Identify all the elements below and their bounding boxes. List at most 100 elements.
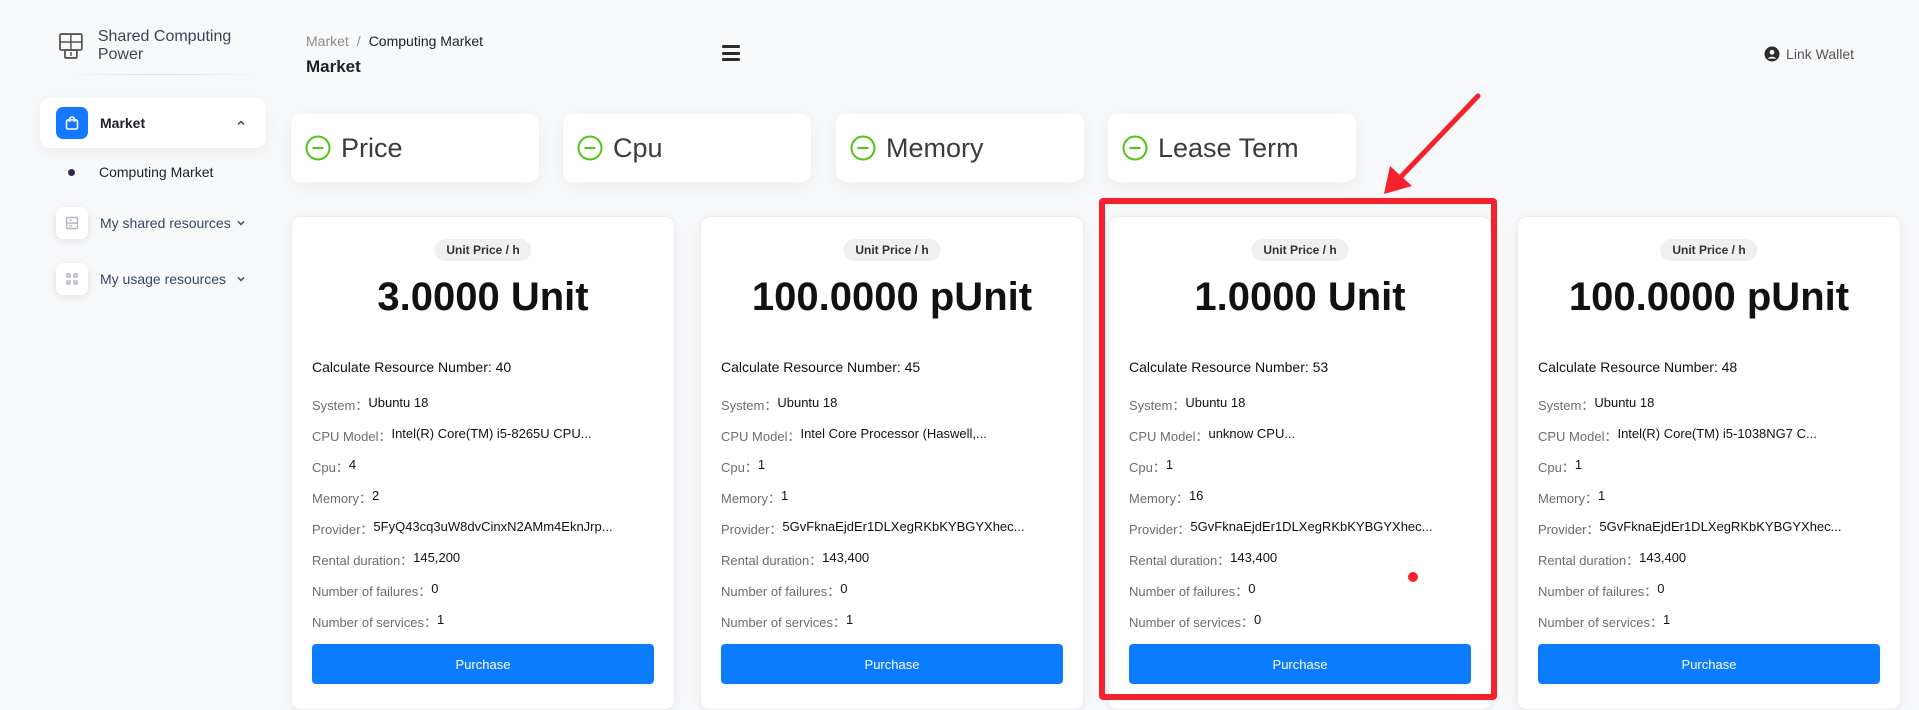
spec-label: System： — [1538, 398, 1595, 413]
spec-memory: Memory： 1 — [721, 488, 1061, 519]
spec-cpu-model: CPU Model： Intel(R) Core(TM) i5-8265U CPU… — [312, 426, 652, 457]
price-value: 100.0000 pUnit — [751, 275, 1033, 319]
calculate-resource-number: Calculate Resource Number: 48 — [1538, 359, 1738, 375]
spec-system: System： Ubuntu 18 — [721, 395, 1061, 426]
minus-circle-icon — [305, 135, 331, 161]
minus-circle-icon — [1122, 135, 1148, 161]
unit-price-badge: Unit Price / h — [843, 239, 941, 261]
spec-label: Provider： — [312, 522, 374, 537]
calculate-resource-number: Calculate Resource Number: 45 — [721, 359, 921, 375]
spec-label: Cpu： — [721, 460, 758, 475]
spec-cpu: Cpu： 1 — [721, 457, 1061, 488]
spec-label: Rental duration： — [1129, 553, 1231, 568]
spec-system: System： Ubuntu 18 — [312, 395, 652, 426]
spec-value: 143,400 — [1230, 550, 1278, 565]
spec-failures: Number of failures： 0 — [1538, 581, 1878, 612]
filter-label: Price — [341, 132, 403, 163]
minus-circle-icon — [850, 135, 876, 161]
spec-label: Number of services： — [1538, 615, 1663, 630]
menu-toggle-icon[interactable] — [722, 45, 740, 61]
spec-list: System： Ubuntu 18 CPU Model： Intel(R) Core… — [1538, 395, 1878, 643]
spec-label: Memory： — [721, 491, 781, 506]
spec-list: System： Ubuntu 18 CPU Model： Intel Core Pr… — [721, 395, 1061, 643]
sidebar-item-my-shared-resources[interactable]: My shared resources — [40, 198, 266, 248]
filter-cpu[interactable]: Cpu — [563, 114, 811, 182]
spec-label: System： — [1129, 398, 1186, 413]
spec-label: CPU Model： — [312, 429, 392, 444]
spec-value: 1 — [845, 612, 854, 627]
filter-lease-term[interactable]: Lease Term — [1108, 114, 1356, 182]
user-circle-icon — [1764, 46, 1780, 62]
grid-icon — [56, 263, 88, 295]
spec-rental-duration: Rental duration： 143,400 — [1129, 550, 1469, 581]
purchase-button[interactable]: Purchase — [1129, 644, 1471, 684]
brand[interactable]: Shared Computing Power — [58, 28, 280, 64]
spec-value: Ubuntu 18 — [1594, 395, 1655, 410]
unit-price-badge: Unit Price / h — [1251, 239, 1349, 261]
resource-card-highlighted: Unit Price / h 1.0000 Unit Calculate Res… — [1108, 216, 1492, 710]
spec-value: 0 — [431, 581, 439, 596]
sidebar: Shared Computing Power Market Computing … — [0, 0, 280, 710]
spec-label: Cpu： — [1538, 460, 1575, 475]
calculate-resource-number: Calculate Resource Number: 53 — [1129, 359, 1329, 375]
spec-label: Provider： — [1129, 522, 1191, 537]
spec-value: 1 — [1662, 612, 1671, 627]
spec-cpu-model: CPU Model： unknow CPU... — [1129, 426, 1469, 457]
spec-list: System： Ubuntu 18 CPU Model： Intel(R) Core… — [312, 395, 652, 643]
link-wallet-label: Link Wallet — [1786, 46, 1854, 62]
sidebar-subitem-label: Computing Market — [99, 164, 214, 180]
spec-failures: Number of failures： 0 — [721, 581, 1061, 612]
spec-label: Cpu： — [1129, 460, 1166, 475]
spec-label: CPU Model： — [721, 429, 801, 444]
spec-cpu: Cpu： 1 — [1538, 457, 1878, 488]
spec-rental-duration: Rental duration： 143,400 — [1538, 550, 1878, 581]
chevron-down-icon — [237, 220, 245, 226]
spec-services: Number of services： 0 — [1129, 612, 1469, 643]
spec-label: Number of failures： — [1538, 584, 1658, 599]
spec-label: Rental duration： — [1538, 553, 1640, 568]
shared-computing-logo-icon — [59, 33, 83, 59]
unit-price-badge: Unit Price / h — [1660, 239, 1758, 261]
breadcrumb-market-link[interactable]: Market — [306, 33, 349, 49]
spec-cpu: Cpu： 4 — [312, 457, 652, 488]
filter-label: Lease Term — [1158, 132, 1299, 163]
spec-provider: Provider： 5GvFknaEjdEr1DLXegRKbKYBGYXhec.… — [1129, 519, 1469, 550]
spec-value: 1 — [1574, 457, 1583, 472]
purchase-button[interactable]: Purchase — [1538, 644, 1880, 684]
spec-label: Provider： — [1538, 522, 1600, 537]
spec-label: Memory： — [312, 491, 372, 506]
chevron-up-icon — [237, 120, 245, 126]
filter-price[interactable]: Price — [291, 114, 539, 182]
calculate-resource-number: Calculate Resource Number: 40 — [312, 359, 512, 375]
spec-label: Rental duration： — [721, 553, 823, 568]
filter-memory[interactable]: Memory — [836, 114, 1084, 182]
sidebar-item-market[interactable]: Market — [40, 98, 266, 148]
spec-rental-duration: Rental duration： 143,400 — [721, 550, 1061, 581]
spec-cpu-model: CPU Model： Intel(R) Core(TM) i5-1038NG7 C… — [1538, 426, 1878, 457]
spec-value: Intel(R) Core(TM) i5-8265U CPU... — [391, 426, 592, 441]
sidebar-subitem-computing-market[interactable]: Computing Market — [68, 164, 213, 180]
spec-memory: Memory： 2 — [312, 488, 652, 519]
link-wallet-button[interactable]: Link Wallet — [1764, 46, 1854, 62]
spec-provider: Provider： 5GvFknaEjdEr1DLXegRKbKYBGYXhec.… — [1538, 519, 1878, 550]
spec-label: Number of services： — [1129, 615, 1254, 630]
spec-label: Number of failures： — [721, 584, 841, 599]
spec-failures: Number of failures： 0 — [312, 581, 652, 612]
spec-provider: Provider： 5GvFknaEjdEr1DLXegRKbKYBGYXhec.… — [721, 519, 1061, 550]
breadcrumb-current: Computing Market — [368, 33, 484, 49]
purchase-button[interactable]: Purchase — [721, 644, 1063, 684]
spec-label: Cpu： — [312, 460, 349, 475]
filter-label: Memory — [886, 132, 984, 163]
filter-label: Cpu — [613, 132, 663, 163]
server-icon — [56, 207, 88, 239]
purchase-button[interactable]: Purchase — [312, 644, 654, 684]
sidebar-item-my-usage-resources[interactable]: My usage resources — [40, 254, 266, 304]
spec-label: Number of failures： — [312, 584, 432, 599]
sidebar-item-label: Market — [100, 115, 146, 131]
spec-cpu-model: CPU Model： Intel Core Processor (Haswell,… — [721, 426, 1061, 457]
unit-price-badge: Unit Price / h — [434, 239, 532, 261]
spec-value: 5GvFknaEjdEr1DLXegRKbKYBGYXhec... — [782, 519, 1025, 534]
resource-card: Unit Price / h 3.0000 Unit Calculate Res… — [291, 216, 675, 710]
spec-value: 5GvFknaEjdEr1DLXegRKbKYBGYXhec... — [1599, 519, 1842, 534]
spec-value: 1 — [1597, 488, 1606, 503]
